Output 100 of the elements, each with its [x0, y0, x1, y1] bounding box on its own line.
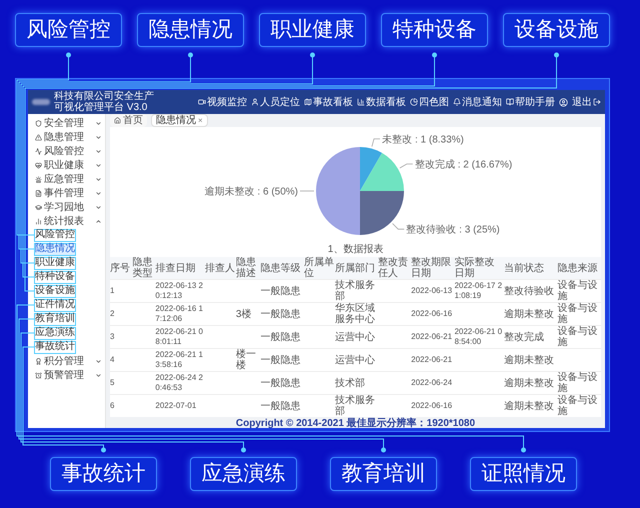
table-cell-text: 2022-06-21: [411, 332, 454, 342]
nav-link[interactable]: 人员定位: [251, 94, 300, 110]
sidebar-subitem[interactable]: 设备设施: [34, 284, 76, 298]
nav-link[interactable]: 四色图: [410, 94, 449, 110]
sidebar-item[interactable]: 统计报表: [28, 214, 105, 228]
column-header: 排查日期: [155, 257, 205, 280]
nav-link[interactable]: 帮助手册: [506, 94, 555, 110]
nav-link[interactable]: 数据看板: [357, 94, 406, 110]
sidebar-subitem[interactable]: 教育培训: [34, 312, 76, 326]
callout-label: 风险管控: [15, 13, 122, 47]
table-title: 1、数据报表: [110, 243, 601, 257]
table-cell-text: 4: [110, 355, 116, 365]
table-cell-text: 2022-06-13: [411, 286, 454, 296]
table-cell-text: 整改待验收: [504, 286, 555, 296]
table-cell-text: 1: [110, 286, 116, 296]
sidebar-subitem[interactable]: 隐患情况: [34, 242, 76, 256]
menu-icon: [35, 372, 42, 378]
table-cell-text: 3楼: [236, 308, 252, 320]
menu-icon: [35, 134, 42, 140]
menu-icon: [35, 120, 42, 126]
sidebar-item[interactable]: 职业健康: [28, 158, 105, 172]
nav-icon: [198, 98, 206, 106]
menu-icon: [35, 148, 42, 154]
table-cell-text: 2022-06-21: [411, 355, 454, 365]
column-header: 整改责任人: [378, 257, 412, 280]
table-cell-text: 设备与设施: [558, 280, 599, 302]
callout-label: 证照情况: [470, 457, 577, 491]
table-cell-text: 一般隐患: [260, 332, 302, 342]
callout-label: 事故统计: [50, 457, 157, 491]
table-cell-text: 一般隐患: [260, 378, 302, 388]
table-cell-text: 技术服务部: [334, 280, 376, 302]
sidebar-subitem[interactable]: 特种设备: [34, 270, 76, 284]
table-cell-text: 设备与设施: [558, 372, 599, 394]
table-cell-text: 一般隐患: [260, 400, 302, 412]
table-cell-text: 2022-06-24 20:46:53: [155, 373, 204, 393]
callout-label: 隐患情况: [137, 13, 244, 47]
table-cell-text: 设备与设施: [558, 395, 599, 417]
table-cell-text: 2022-06-21 08:01:11: [155, 327, 204, 347]
table-cell-text: 逾期未整改: [504, 378, 555, 388]
table-cell-text: 技术部: [334, 378, 366, 388]
table-cell-text: 逾期未整改: [504, 308, 555, 320]
nav-icon: [506, 98, 514, 106]
sidebar-subitem[interactable]: 职业健康: [34, 256, 76, 270]
table-cell-text: 5: [110, 378, 116, 388]
sidebar-item[interactable]: 安全管理: [28, 116, 105, 130]
table-cell-text: 2022-07-01: [155, 401, 198, 411]
data-label: 未整改 : 1 (8.33%): [382, 134, 464, 146]
menu-icon: [35, 218, 42, 224]
table-cell-text: 2022-06-13 20:12:13: [155, 281, 204, 301]
app-title: 科技有限公司安全生产可视化管理平台 V3.0: [54, 91, 155, 113]
nav-link[interactable]: 消息通知: [453, 94, 502, 110]
table-cell-text: 运营中心: [334, 354, 376, 366]
column-header: 隐患来源: [558, 257, 601, 280]
copyright-text: Copyright © 2014-2021 最佳显示分辨率：1920*1080: [234, 417, 476, 428]
nav-icon: [357, 98, 365, 106]
column-header: 实际整改日期: [454, 257, 504, 280]
sidebar-item[interactable]: 隐患管理: [28, 130, 105, 144]
table-cell-text: 2022-06-16 17:12:06: [155, 304, 204, 324]
sidebar-item[interactable]: 积分管理: [28, 354, 105, 368]
user-icon[interactable]: [559, 98, 568, 106]
sidebar-subitem[interactable]: 应急演练: [34, 326, 76, 340]
column-header: 所属单位: [304, 257, 335, 280]
table-cell-text: 2022-06-21 13:58:16: [155, 350, 204, 370]
sidebar-item[interactable]: 应急管理: [28, 172, 105, 186]
tab[interactable]: 隐患情况 ×: [151, 114, 208, 127]
sidebar-item[interactable]: 预警管理: [28, 368, 105, 382]
nav-icon: [304, 98, 312, 106]
column-header: 隐患描述: [236, 257, 261, 280]
table-cell-text: 技术服务部: [334, 395, 376, 417]
table-cell-text: 2022-06-17 21:08:19: [454, 281, 504, 301]
table-cell-text: 一般隐患: [260, 354, 302, 366]
nav-link[interactable]: 事故看板: [304, 94, 353, 110]
sidebar-item[interactable]: 学习园地: [28, 200, 105, 214]
redacted-text: [32, 99, 50, 105]
menu-icon: [35, 190, 42, 196]
tab[interactable]: 首页: [110, 114, 147, 127]
sidebar-item[interactable]: 事件管理: [28, 186, 105, 200]
sidebar-item[interactable]: 风险管控: [28, 144, 105, 158]
table-cell-text: 2: [110, 309, 116, 319]
nav-icon: [410, 98, 418, 106]
table-cell-text: 设备与设施: [558, 326, 599, 348]
close-icon[interactable]: ×: [198, 116, 203, 124]
column-header: 排查人: [204, 257, 236, 280]
menu-icon: [35, 176, 42, 182]
table-cell-text: 逾期未整改: [504, 400, 555, 412]
column-header: 整改期限日期: [411, 257, 454, 280]
callout-label: 设备设施: [503, 13, 610, 47]
table-cell-text: 2022-06-16: [411, 309, 454, 319]
nav-icon: [251, 98, 259, 106]
logout-button[interactable]: 退出: [572, 94, 601, 110]
table-cell-text: 运营中心: [334, 332, 376, 342]
data-label: 逾期未整改 : 6 (50%): [204, 186, 298, 198]
table-cell-text: 2022-06-21 08:54:00: [454, 327, 504, 347]
sidebar-subitem[interactable]: 证件情况: [34, 298, 76, 312]
column-header: 隐患等级: [260, 257, 304, 280]
column-header: 当前状态: [504, 257, 558, 280]
column-header: 所属部门: [334, 257, 378, 280]
sidebar-subitem[interactable]: 风险管控: [34, 228, 76, 242]
nav-link[interactable]: 视频监控: [198, 94, 247, 110]
sidebar-subitem[interactable]: 事故统计: [34, 340, 76, 354]
